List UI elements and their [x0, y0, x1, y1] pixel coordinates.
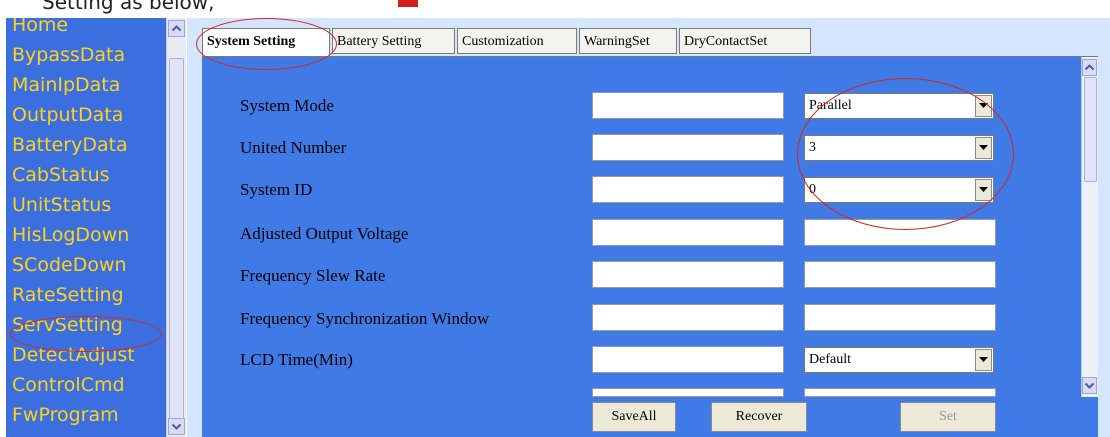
recover-button[interactable]: Recover — [711, 402, 807, 432]
tab-customization[interactable]: Customization — [457, 28, 577, 54]
nav-list: Home BypassData MainIpData OutputData Ba… — [6, 18, 166, 430]
label-united-number: United Number — [240, 138, 347, 157]
adjusted-output-voltage-input[interactable] — [592, 219, 784, 246]
nav-item-hislogdown[interactable]: HisLogDown — [6, 220, 166, 250]
nav-item-outputdata[interactable]: OutputData — [6, 100, 166, 130]
save-all-button[interactable]: SaveAll — [592, 402, 676, 432]
system-id-input[interactable] — [592, 176, 784, 203]
nav-item-home[interactable]: Home — [6, 18, 166, 40]
nav-scroll-thumb[interactable] — [169, 58, 184, 428]
dropdown-arrow-icon[interactable] — [975, 137, 992, 159]
label-frequency-sync-window: Frequency Synchronization Window — [240, 309, 490, 328]
panel-scroll-thumb[interactable] — [1084, 77, 1097, 182]
nav-menu: Home BypassData MainIpData OutputData Ba… — [6, 18, 166, 437]
red-highlight-mark — [398, 0, 418, 7]
label-lcd-time: LCD Time(Min) — [240, 350, 353, 369]
set-button[interactable]: Set — [900, 402, 996, 432]
dropdown-arrow-icon[interactable] — [975, 95, 992, 117]
frequency-sync-window-input-2[interactable] — [804, 304, 996, 331]
nav-item-detectadjust[interactable]: DetectAdjust — [6, 340, 166, 370]
panel-scrollbar[interactable] — [1081, 57, 1098, 397]
system-mode-value: Parallel — [809, 98, 852, 113]
united-number-select[interactable]: 3 — [804, 135, 994, 161]
tab-battery-setting[interactable]: Battery Setting — [332, 28, 455, 54]
system-id-select[interactable]: 0 — [804, 177, 994, 203]
scroll-down-icon[interactable] — [168, 418, 185, 435]
lcd-time-select[interactable]: Default — [804, 347, 994, 373]
scroll-up-icon[interactable] — [1082, 59, 1097, 76]
scroll-down-icon[interactable] — [1082, 377, 1097, 394]
nav-item-batterydata[interactable]: BatteryData — [6, 130, 166, 160]
adjusted-output-voltage-input-2[interactable] — [804, 219, 996, 246]
nav-scrollbar[interactable] — [166, 18, 186, 437]
dropdown-arrow-icon[interactable] — [975, 349, 992, 371]
label-system-id: System ID — [240, 180, 313, 199]
nav-item-bypassdata[interactable]: BypassData — [6, 40, 166, 70]
scroll-up-icon[interactable] — [168, 20, 185, 37]
system-mode-select[interactable]: Parallel — [804, 93, 994, 119]
nav-item-fwprogram[interactable]: FwProgram — [6, 400, 166, 430]
tab-drycontactset[interactable]: DryContactSet — [679, 28, 811, 54]
frequency-slew-rate-input[interactable] — [592, 261, 784, 288]
system-id-value: 0 — [809, 182, 816, 197]
system-mode-input[interactable] — [592, 92, 784, 119]
frequency-sync-window-input[interactable] — [592, 304, 784, 331]
united-number-input[interactable] — [592, 134, 784, 161]
nav-item-scodedown[interactable]: SCodeDown — [6, 250, 166, 280]
nav-item-unitstatus[interactable]: UnitStatus — [6, 190, 166, 220]
nav-item-servsetting[interactable]: ServSetting — [6, 310, 166, 340]
label-frequency-slew-rate: Frequency Slew Rate — [240, 266, 386, 285]
dropdown-arrow-icon[interactable] — [975, 179, 992, 201]
tab-warningset[interactable]: WarningSet — [579, 28, 677, 54]
lcd-time-value: Default — [809, 352, 851, 367]
label-adjusted-output-voltage: Adjusted Output Voltage — [240, 224, 409, 243]
next-row-input-partial[interactable] — [592, 388, 784, 397]
nav-item-mainipdata[interactable]: MainIpData — [6, 70, 166, 100]
next-row-input-2-partial[interactable] — [804, 388, 996, 397]
tab-system-setting[interactable]: System Setting — [202, 28, 330, 56]
nav-item-controlcmd[interactable]: ControlCmd — [6, 370, 166, 400]
nav-item-ratesetting[interactable]: RateSetting — [6, 280, 166, 310]
nav-item-cabstatus[interactable]: CabStatus — [6, 160, 166, 190]
document-text-fragment: Setting as below, — [42, 0, 215, 14]
frequency-slew-rate-input-2[interactable] — [804, 261, 996, 288]
label-system-mode: System Mode — [240, 96, 334, 115]
lcd-time-input[interactable] — [592, 346, 784, 373]
united-number-value: 3 — [809, 140, 816, 155]
